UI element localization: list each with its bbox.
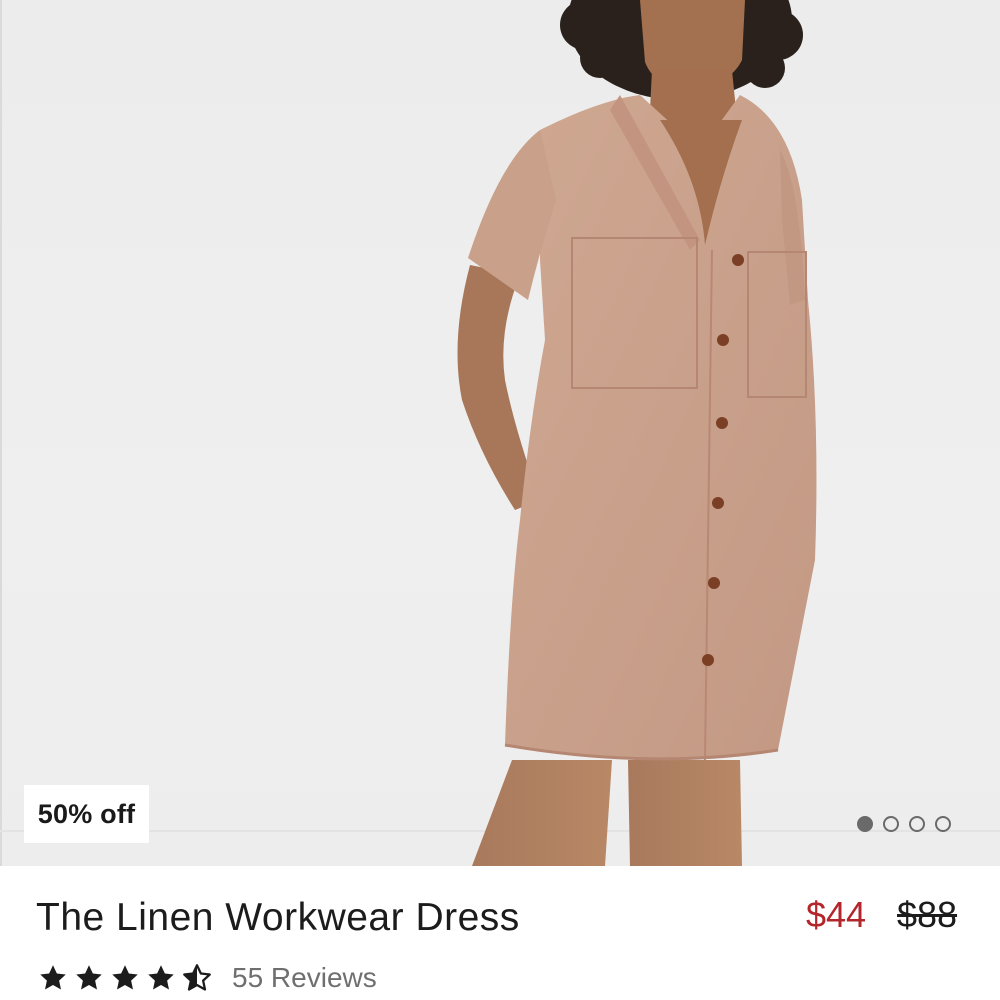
sale-price: $44 xyxy=(806,894,867,935)
review-count-link[interactable]: 55 Reviews xyxy=(232,962,377,994)
rating-row[interactable]: 55 Reviews xyxy=(38,962,377,994)
product-title[interactable]: The Linen Workwear Dress xyxy=(36,896,520,940)
carousel-dot-1[interactable] xyxy=(857,816,873,832)
carousel-dot-4[interactable] xyxy=(935,816,951,832)
star-half-icon xyxy=(183,964,211,991)
star-full-icon xyxy=(148,965,174,990)
product-photo xyxy=(457,0,817,866)
discount-badge: 50% off xyxy=(24,785,149,843)
star-full-icon xyxy=(40,965,66,990)
star-full-icon xyxy=(112,965,138,990)
carousel-dot-3[interactable] xyxy=(909,816,925,832)
carousel-dot-2[interactable] xyxy=(883,816,899,832)
model-left-leg xyxy=(472,760,612,866)
star-full-icon xyxy=(76,965,102,990)
model-right-leg xyxy=(628,760,742,866)
product-info: The Linen Workwear Dress $44 $88 55 Revi… xyxy=(0,866,1000,1000)
carousel-indicators[interactable] xyxy=(857,816,951,832)
product-image-carousel[interactable]: 50% off xyxy=(0,0,1000,866)
original-price: $88 xyxy=(897,894,958,935)
